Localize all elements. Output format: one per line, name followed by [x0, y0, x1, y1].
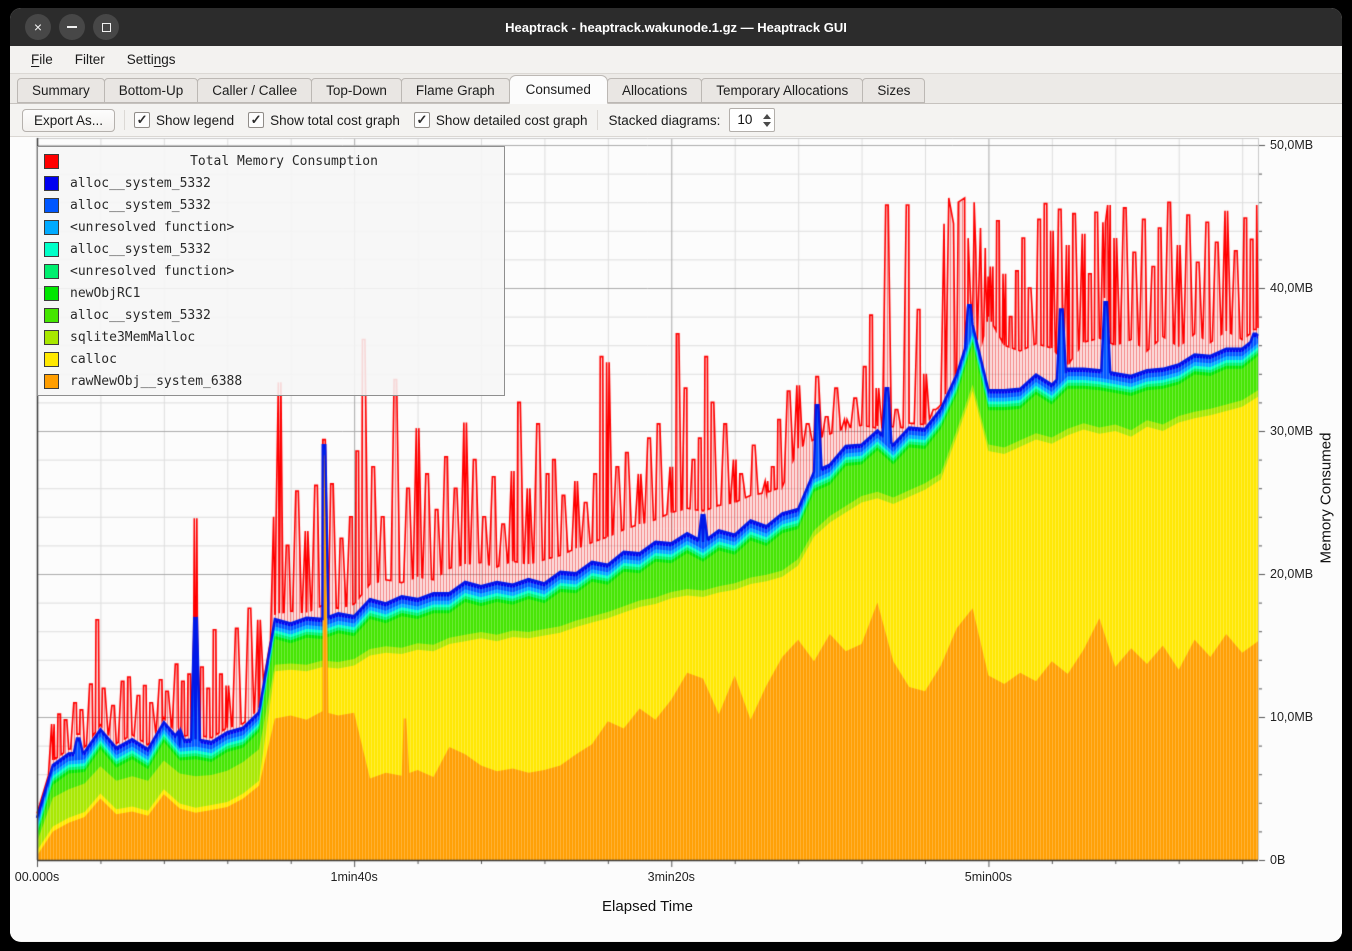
- tab-top-down[interactable]: Top-Down: [311, 78, 402, 103]
- checkbox-icon: ✓: [414, 112, 430, 128]
- legend-item: calloc: [44, 348, 498, 370]
- tab-flame-graph[interactable]: Flame Graph: [401, 78, 510, 103]
- x-tick-label: 5min00s: [965, 870, 1012, 884]
- minimize-icon: [67, 26, 77, 28]
- y-tick-label: 10,0MB: [1270, 710, 1313, 724]
- legend-swatch: [44, 198, 59, 213]
- stacked-diagrams-spinner[interactable]: 10: [729, 108, 775, 132]
- legend-swatch: [44, 154, 59, 169]
- legend-item: <unresolved function>: [44, 216, 498, 238]
- legend-label: alloc__system_5332: [70, 176, 211, 191]
- close-icon: ×: [34, 19, 42, 35]
- spinner-arrows: [760, 109, 774, 131]
- checkbox-label: Show legend: [156, 113, 234, 128]
- spinner-value: 10: [730, 109, 760, 131]
- checkbox-show-detailed-cost-graph[interactable]: ✓ Show detailed cost graph: [414, 112, 588, 128]
- legend-label: rawNewObj__system_6388: [70, 374, 242, 389]
- window-controls: ×: [25, 14, 119, 40]
- tab-allocations[interactable]: Allocations: [607, 78, 702, 103]
- consumed-chart-panel: 0B 10,0MB 20,0MB 30,0MB 40,0MB 50,0MB 00.000s 1…: [10, 137, 1342, 941]
- spinner-up-icon[interactable]: [763, 114, 771, 119]
- checkbox-icon: ✓: [134, 112, 150, 128]
- toolbar-separator: [597, 110, 598, 130]
- legend-label: alloc__system_5332: [70, 198, 211, 213]
- menu-filter[interactable]: Filter: [64, 46, 116, 73]
- checkbox-show-total-cost-graph[interactable]: ✓ Show total cost graph: [248, 112, 400, 128]
- legend-item: alloc__system_5332: [44, 238, 498, 260]
- y-tick-label: 20,0MB: [1270, 567, 1313, 581]
- y-axis-title: Memory Consumed: [1318, 433, 1335, 564]
- legend-item: rawNewObj__system_6388: [44, 370, 498, 392]
- legend-title-row: Total Memory Consumption: [44, 150, 498, 172]
- tab-summary[interactable]: Summary: [17, 78, 105, 103]
- close-button[interactable]: ×: [25, 14, 51, 40]
- tab-sizes[interactable]: Sizes: [862, 78, 925, 103]
- x-tick-label: 1min40s: [331, 870, 378, 884]
- legend-item: alloc__system_5332: [44, 194, 498, 216]
- legend-item: newObjRC1: [44, 282, 498, 304]
- legend-item: alloc__system_5332: [44, 172, 498, 194]
- legend-label: sqlite3MemMalloc: [70, 330, 195, 345]
- checkbox-label: Show total cost graph: [270, 113, 400, 128]
- window-title: Heaptrack - heaptrack.wakunode.1.gz — He…: [10, 20, 1342, 35]
- minimize-button[interactable]: [59, 14, 85, 40]
- legend-label: newObjRC1: [70, 286, 140, 301]
- legend-swatch: [44, 264, 59, 279]
- legend-item: sqlite3MemMalloc: [44, 326, 498, 348]
- legend-swatch: [44, 374, 59, 389]
- legend-swatch: [44, 286, 59, 301]
- toolbar-separator: [124, 110, 125, 130]
- y-tick-label: 50,0MB: [1270, 138, 1313, 152]
- checkbox-label: Show detailed cost graph: [436, 113, 588, 128]
- maximize-button[interactable]: [93, 14, 119, 40]
- tab-caller-callee[interactable]: Caller / Callee: [197, 78, 312, 103]
- legend-label: alloc__system_5332: [70, 308, 211, 323]
- legend-item: alloc__system_5332: [44, 304, 498, 326]
- legend-label: calloc: [70, 352, 117, 367]
- menu-file[interactable]: File: [20, 46, 64, 73]
- legend-swatch: [44, 308, 59, 323]
- checkbox-icon: ✓: [248, 112, 264, 128]
- spinner-down-icon[interactable]: [763, 122, 771, 127]
- title-bar[interactable]: × Heaptrack - heaptrack.wakunode.1.gz — …: [10, 8, 1342, 46]
- legend-swatch: [44, 352, 59, 367]
- export-as-button[interactable]: Export As...: [22, 109, 115, 132]
- menu-bar: FileFilterSettings: [10, 46, 1342, 74]
- x-tick-label: 3min20s: [648, 870, 695, 884]
- legend-label: <unresolved function>: [70, 220, 234, 235]
- tab-bar: SummaryBottom-UpCaller / CalleeTop-DownF…: [10, 74, 1342, 104]
- y-tick-label: 40,0MB: [1270, 281, 1313, 295]
- menu-settings[interactable]: Settings: [116, 46, 187, 73]
- x-tick-label: 00.000s: [15, 870, 59, 884]
- legend-swatch: [44, 176, 59, 191]
- tab-temporary-allocations[interactable]: Temporary Allocations: [701, 78, 863, 103]
- legend-item: <unresolved function>: [44, 260, 498, 282]
- app-window: × Heaptrack - heaptrack.wakunode.1.gz — …: [10, 8, 1342, 942]
- x-axis-title: Elapsed Time: [602, 898, 693, 915]
- tab-consumed[interactable]: Consumed: [509, 75, 608, 104]
- legend-label: <unresolved function>: [70, 264, 234, 279]
- legend-title: Total Memory Consumption: [70, 154, 498, 169]
- checkbox-show-legend[interactable]: ✓ Show legend: [134, 112, 234, 128]
- legend-swatch: [44, 220, 59, 235]
- stacked-diagrams-label: Stacked diagrams:: [609, 113, 721, 128]
- legend-swatch: [44, 242, 59, 257]
- tab-bottom-up[interactable]: Bottom-Up: [104, 78, 199, 103]
- toolbar: Export As... ✓ Show legend ✓ Show total cos…: [10, 104, 1342, 137]
- y-tick-label: 0B: [1270, 853, 1285, 867]
- maximize-icon: [102, 23, 111, 32]
- legend-label: alloc__system_5332: [70, 242, 211, 257]
- toolbar-checkboxes: ✓ Show legend ✓ Show total cost graph ✓ Show …: [134, 112, 588, 128]
- y-tick-label: 30,0MB: [1270, 424, 1313, 438]
- legend-swatch: [44, 330, 59, 345]
- chart-legend: Total Memory Consumption alloc__system_53…: [37, 146, 505, 396]
